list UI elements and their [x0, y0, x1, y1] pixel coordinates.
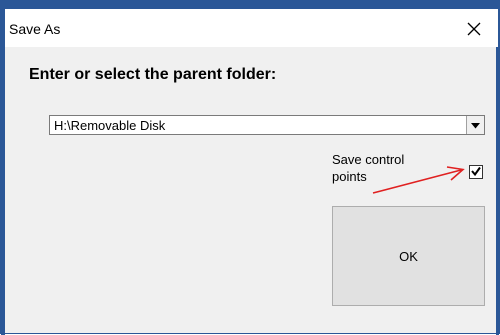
title-bar: Save As: [5, 9, 498, 47]
check-icon: [471, 163, 481, 181]
close-icon: [467, 22, 481, 36]
window-border-left: [1, 1, 5, 335]
parent-folder-combobox[interactable]: H:\Removable Disk: [49, 115, 485, 135]
window-border-right: [496, 1, 499, 335]
combobox-dropdown-button[interactable]: [466, 116, 484, 134]
save-control-points-checkbox[interactable]: [469, 165, 483, 179]
folder-prompt-label: Enter or select the parent folder:: [29, 66, 277, 83]
close-button[interactable]: [454, 11, 494, 47]
window-title: Save As: [9, 21, 61, 37]
window-border-top: [1, 1, 500, 9]
save-as-window: Save As Enter or select the parent folde…: [0, 0, 500, 335]
red-arrow-annotation: [372, 166, 465, 194]
chevron-down-icon: [471, 116, 480, 134]
parent-folder-value: H:\Removable Disk: [54, 118, 166, 133]
ok-button[interactable]: OK: [332, 206, 485, 306]
